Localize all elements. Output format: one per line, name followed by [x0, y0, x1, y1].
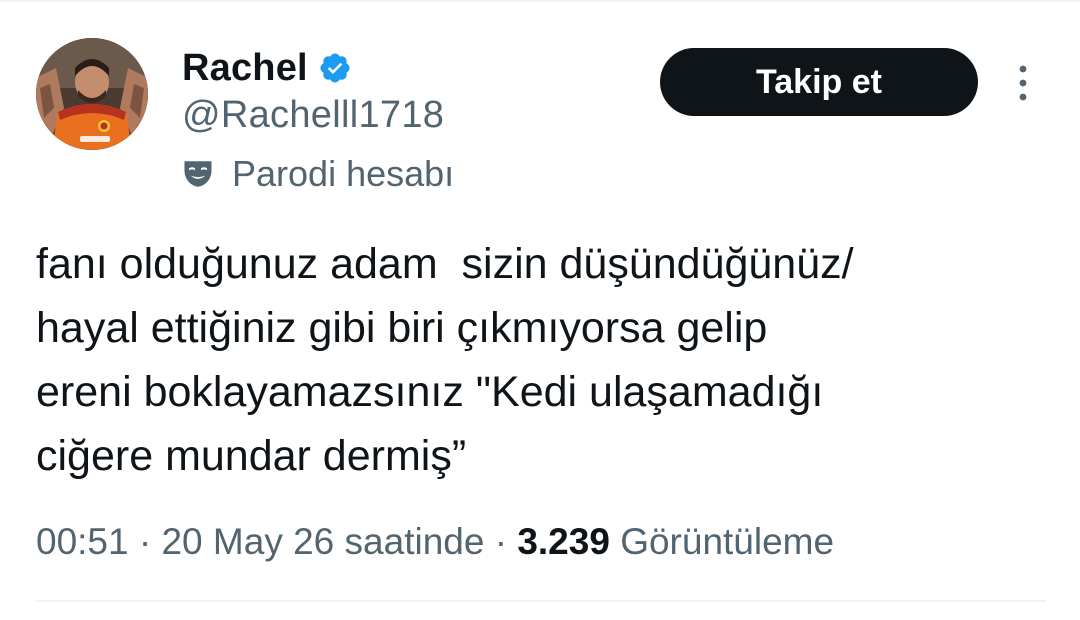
handle[interactable]: @Rachelll1718 [182, 94, 444, 137]
tweet-meta: 00:51 · 20 May 26 saatinde · 3.239 Görün… [36, 516, 834, 568]
author-name-row: Rachel [182, 44, 352, 92]
tweet-time[interactable]: 00:51 [36, 521, 129, 563]
views-label: Görüntüleme [620, 521, 835, 562]
top-divider [0, 0, 1080, 2]
bottom-divider [36, 600, 1046, 602]
avatar[interactable] [36, 38, 148, 150]
more-vertical-icon[interactable] [1006, 62, 1040, 104]
parody-label: Parodi hesabı [232, 153, 455, 194]
tweet-text: fanı olduğunuz adam sizin düşündüğünüz/ … [36, 232, 1046, 488]
tweet-date[interactable]: 20 May 26 saatinde [161, 521, 484, 563]
follow-button[interactable]: Takip et [660, 48, 978, 116]
parody-mask-icon [180, 156, 216, 192]
views-spacer [610, 521, 620, 563]
views-count: 3.239 [517, 521, 610, 562]
tweet-text-line: ciğere mundar dermiş” [36, 432, 467, 480]
meta-separator: · [128, 521, 162, 562]
verified-badge-icon[interactable] [318, 51, 352, 85]
tweet-text-line: hayal ettiğiniz gibi biri çıkmıyorsa gel… [36, 304, 768, 352]
tweet-text-line: fanı olduğunuz adam sizin düşündüğünüz/ [36, 240, 854, 288]
avatar-photo [36, 38, 148, 150]
tweet-text-line: ereni boklayamazsınız "Kedi ulaşamadığı [36, 368, 824, 416]
parody-label-row: Parodi hesabı [180, 152, 454, 196]
display-name[interactable]: Rachel [182, 47, 308, 90]
meta-separator: · [484, 521, 518, 562]
